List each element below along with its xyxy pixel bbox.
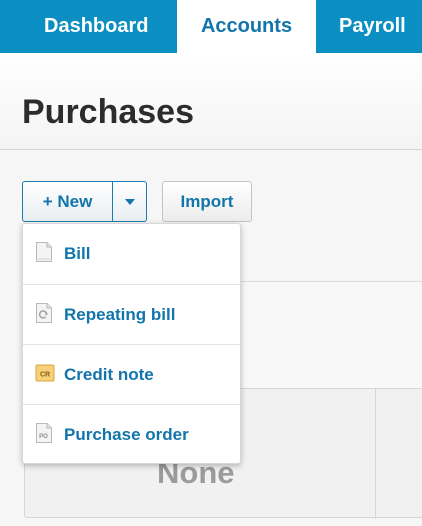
purchase-order-icon-text: PO xyxy=(39,434,48,440)
menu-item-repeating-bill[interactable]: Repeating bill xyxy=(23,284,240,344)
menu-item-label: Credit note xyxy=(64,365,154,384)
menu-item-credit-note[interactable]: CR Credit note xyxy=(23,344,240,404)
menu-item-bill[interactable]: Bill xyxy=(23,224,240,284)
document-icon xyxy=(36,242,52,262)
repeat-document-icon xyxy=(36,303,52,323)
new-dropdown-toggle[interactable] xyxy=(112,182,146,221)
import-button[interactable]: Import xyxy=(162,181,252,222)
credit-note-icon-text: CR xyxy=(40,372,50,379)
tab-accounts[interactable]: Accounts xyxy=(177,0,316,53)
panel-divider xyxy=(375,389,376,519)
top-nav: Dashboard Accounts Payroll xyxy=(0,0,422,53)
menu-item-label: Bill xyxy=(64,244,91,263)
page-header: Purchases xyxy=(0,53,422,150)
tab-dashboard[interactable]: Dashboard xyxy=(44,0,148,53)
menu-item-purchase-order[interactable]: PO Purchase order xyxy=(23,404,240,464)
menu-item-label: Purchase order xyxy=(64,425,189,444)
credit-note-icon: CR xyxy=(35,364,55,382)
new-button[interactable]: + New xyxy=(23,182,112,221)
caret-down-icon xyxy=(125,199,135,205)
new-button-group: + New xyxy=(22,181,147,222)
tab-payroll[interactable]: Payroll xyxy=(339,0,406,53)
new-dropdown-menu: Bill Repeating bill CR Credit note PO Pu… xyxy=(22,223,241,464)
purchase-order-icon: PO xyxy=(36,423,52,443)
menu-item-label: Repeating bill xyxy=(64,305,176,324)
page-title: Purchases xyxy=(22,93,194,131)
